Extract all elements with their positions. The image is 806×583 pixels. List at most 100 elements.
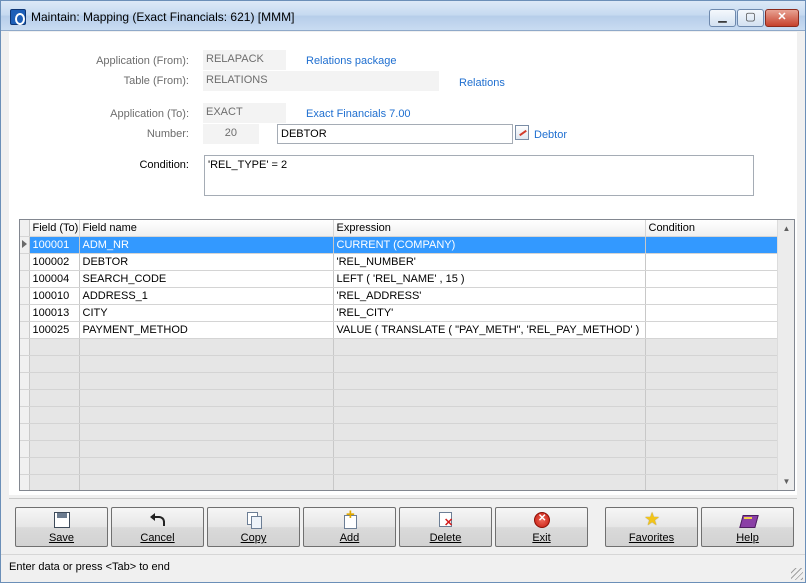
row-indicator[interactable] — [20, 474, 30, 490]
resize-grip-icon[interactable] — [791, 568, 803, 580]
empty-row[interactable] — [20, 389, 778, 407]
favorites-button[interactable]: Favorites — [605, 507, 698, 547]
empty-cell[interactable] — [29, 338, 80, 356]
empty-cell[interactable] — [645, 423, 778, 441]
empty-cell[interactable] — [79, 406, 334, 424]
cell-expression[interactable]: CURRENT (COMPANY) — [333, 236, 646, 254]
cell-field-name[interactable]: CITY — [79, 304, 334, 322]
empty-cell[interactable] — [645, 355, 778, 373]
cell-field-to[interactable]: 100001 — [29, 236, 80, 254]
minimize-button[interactable]: ▁ — [709, 9, 736, 27]
empty-cell[interactable] — [29, 474, 80, 490]
maximize-button[interactable]: ▢ — [737, 9, 764, 27]
app-to-link[interactable]: Exact Financials 7.00 — [306, 108, 411, 120]
column-header-field-to[interactable]: Field (To) — [29, 220, 80, 237]
empty-cell[interactable] — [333, 457, 646, 475]
lookup-icon[interactable] — [515, 125, 529, 140]
table-row[interactable]: 100004 SEARCH_CODE LEFT ( 'REL_NAME' , 15 … — [20, 270, 778, 288]
empty-cell[interactable] — [645, 372, 778, 390]
empty-cell[interactable] — [79, 338, 334, 356]
empty-cell[interactable] — [645, 457, 778, 475]
empty-cell[interactable] — [79, 457, 334, 475]
row-indicator[interactable] — [20, 270, 30, 288]
empty-cell[interactable] — [29, 406, 80, 424]
table-row[interactable]: 100010 ADDRESS_1 'REL_ADDRESS' — [20, 287, 778, 305]
empty-cell[interactable] — [645, 338, 778, 356]
empty-cell[interactable] — [29, 355, 80, 373]
column-header-condition[interactable]: Condition — [645, 220, 778, 237]
row-indicator[interactable] — [20, 372, 30, 390]
column-header-field-name[interactable]: Field name — [79, 220, 334, 237]
table-from-link[interactable]: Relations — [459, 77, 505, 89]
row-indicator[interactable] — [20, 287, 30, 305]
cell-field-name[interactable]: SEARCH_CODE — [79, 270, 334, 288]
empty-cell[interactable] — [333, 406, 646, 424]
cell-field-name[interactable]: PAYMENT_METHOD — [79, 321, 334, 339]
exit-button[interactable]: Exit — [495, 507, 588, 547]
empty-cell[interactable] — [29, 372, 80, 390]
empty-cell[interactable] — [333, 440, 646, 458]
empty-cell[interactable] — [333, 389, 646, 407]
empty-row[interactable] — [20, 474, 778, 490]
cell-condition[interactable] — [645, 236, 778, 254]
row-indicator[interactable] — [20, 423, 30, 441]
cell-field-to[interactable]: 100025 — [29, 321, 80, 339]
row-indicator[interactable] — [20, 304, 30, 322]
empty-cell[interactable] — [79, 440, 334, 458]
scroll-up-icon[interactable]: ▲ — [778, 220, 794, 237]
row-indicator[interactable] — [20, 236, 30, 254]
empty-cell[interactable] — [29, 457, 80, 475]
cell-expression[interactable]: 'REL_ADDRESS' — [333, 287, 646, 305]
cancel-button[interactable]: Cancel — [111, 507, 204, 547]
copy-button[interactable]: Copy — [207, 507, 300, 547]
delete-button[interactable]: Delete — [399, 507, 492, 547]
cell-condition[interactable] — [645, 270, 778, 288]
row-indicator[interactable] — [20, 253, 30, 271]
cell-condition[interactable] — [645, 253, 778, 271]
cell-field-name[interactable]: ADM_NR — [79, 236, 334, 254]
cell-condition[interactable] — [645, 304, 778, 322]
table-row[interactable]: 100002 DEBTOR 'REL_NUMBER' — [20, 253, 778, 271]
row-indicator[interactable] — [20, 406, 30, 424]
mapping-grid[interactable]: Field (To) Field name Expression Conditi… — [19, 219, 795, 491]
empty-cell[interactable] — [79, 389, 334, 407]
empty-cell[interactable] — [333, 423, 646, 441]
row-indicator[interactable] — [20, 389, 30, 407]
empty-cell[interactable] — [333, 338, 646, 356]
empty-row[interactable] — [20, 440, 778, 458]
empty-row[interactable] — [20, 372, 778, 390]
row-indicator[interactable] — [20, 440, 30, 458]
empty-cell[interactable] — [333, 474, 646, 490]
cell-expression[interactable]: LEFT ( 'REL_NAME' , 15 ) — [333, 270, 646, 288]
table-row[interactable]: 100025 PAYMENT_METHOD VALUE ( TRANSLATE ( … — [20, 321, 778, 339]
scroll-down-icon[interactable]: ▼ — [778, 473, 794, 490]
row-indicator[interactable] — [20, 355, 30, 373]
empty-cell[interactable] — [29, 423, 80, 441]
number-name-input[interactable]: DEBTOR — [277, 124, 513, 144]
cell-expression[interactable]: 'REL_CITY' — [333, 304, 646, 322]
empty-row[interactable] — [20, 457, 778, 475]
empty-cell[interactable] — [333, 372, 646, 390]
empty-row[interactable] — [20, 406, 778, 424]
close-button[interactable]: ✕ — [765, 9, 799, 27]
empty-cell[interactable] — [645, 389, 778, 407]
empty-cell[interactable] — [29, 389, 80, 407]
cell-condition[interactable] — [645, 287, 778, 305]
row-indicator[interactable] — [20, 338, 30, 356]
app-from-link[interactable]: Relations package — [306, 55, 397, 67]
number-link[interactable]: Debtor — [534, 129, 567, 141]
empty-cell[interactable] — [79, 372, 334, 390]
column-header-expression[interactable]: Expression — [333, 220, 646, 237]
empty-cell[interactable] — [645, 406, 778, 424]
cell-field-to[interactable]: 100010 — [29, 287, 80, 305]
empty-cell[interactable] — [645, 474, 778, 490]
add-button[interactable]: Add — [303, 506, 396, 547]
row-indicator[interactable] — [20, 321, 30, 339]
help-button[interactable]: Help — [701, 507, 794, 547]
cell-field-to[interactable]: 100002 — [29, 253, 80, 271]
empty-cell[interactable] — [79, 355, 334, 373]
grid-vertical-scrollbar[interactable]: ▲ ▼ — [777, 220, 794, 490]
empty-cell[interactable] — [333, 355, 646, 373]
cell-field-name[interactable]: ADDRESS_1 — [79, 287, 334, 305]
row-indicator[interactable] — [20, 457, 30, 475]
